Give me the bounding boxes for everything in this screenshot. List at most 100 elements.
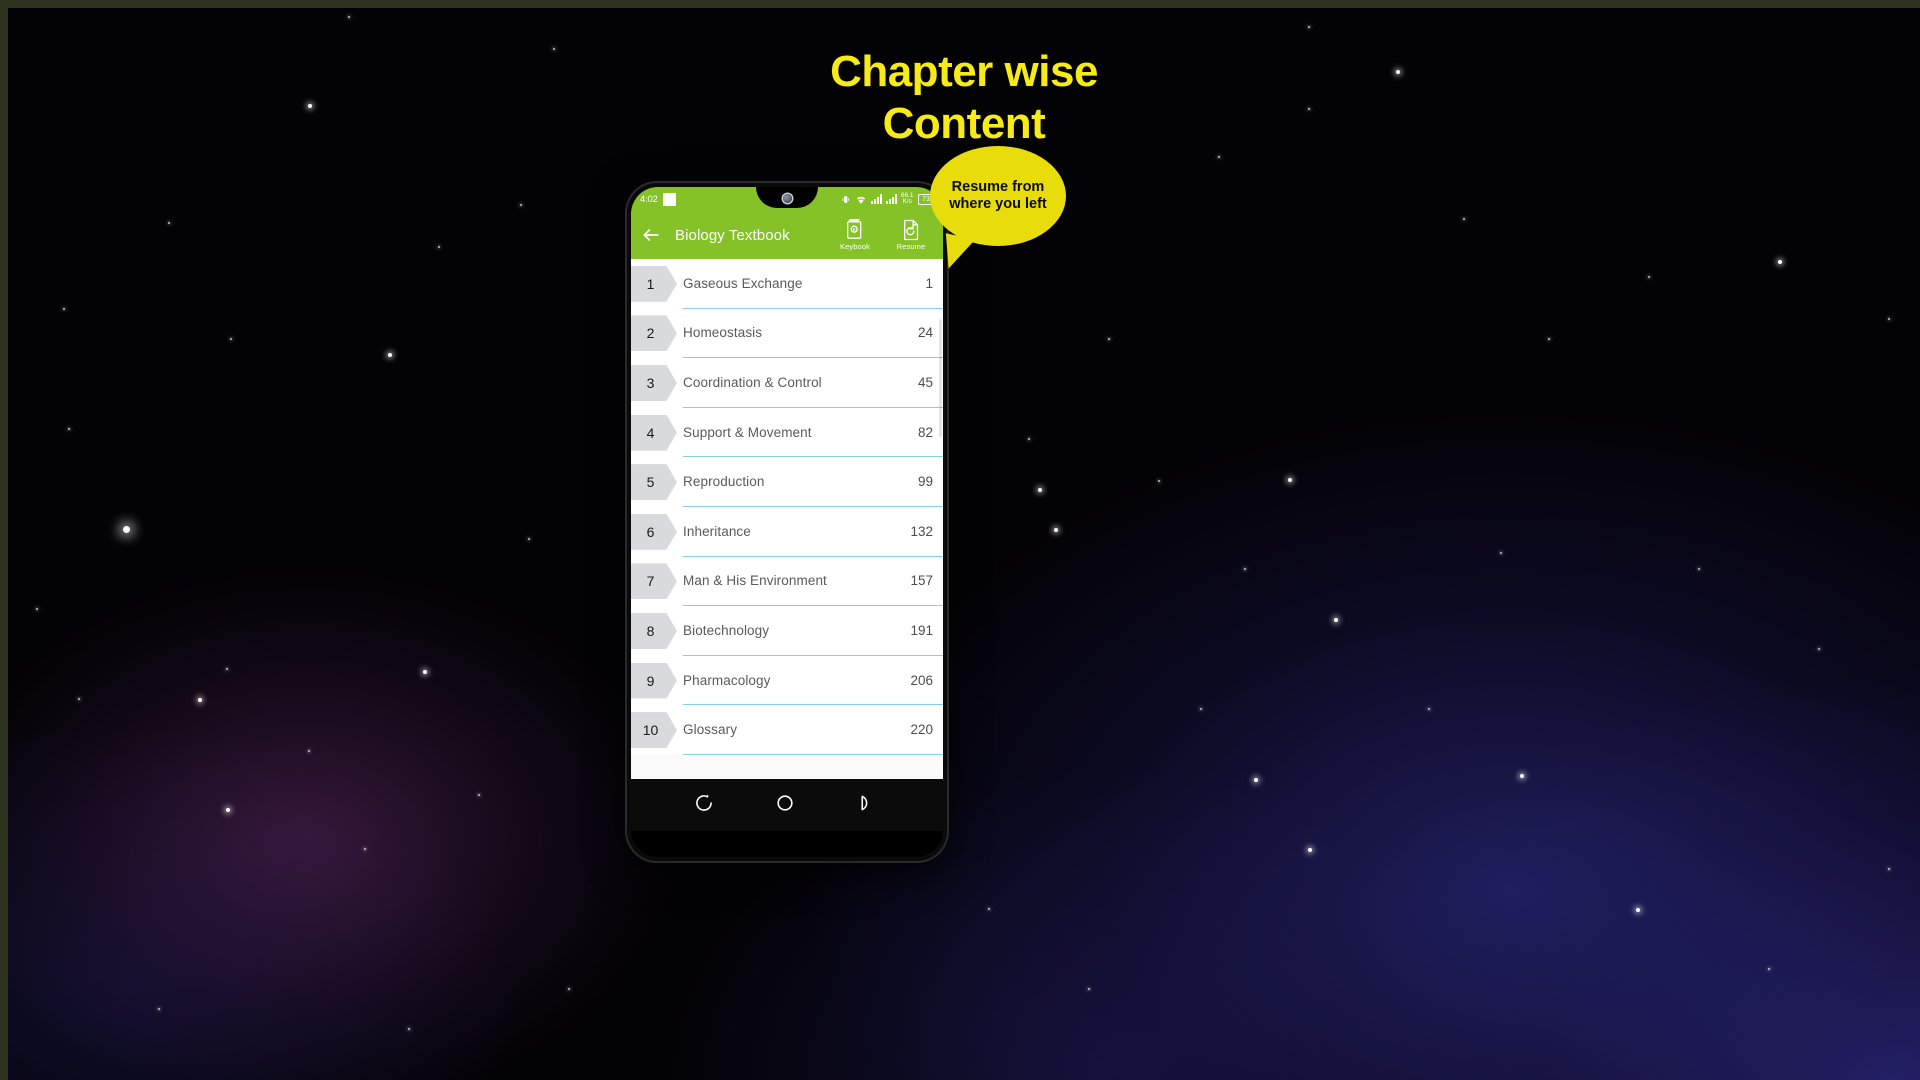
status-bar-right: 66.1 K/s 73 — [840, 192, 943, 206]
star — [520, 204, 522, 206]
back-arrow-icon[interactable] — [641, 225, 661, 245]
table-row[interactable]: 3 Coordination & Control 45 — [631, 358, 943, 408]
chapter-number-chip: 2 — [631, 315, 677, 352]
chapter-row-body: Man & His Environment 157 — [683, 557, 943, 607]
star — [1054, 528, 1058, 532]
chapter-number-chip: 7 — [631, 563, 677, 600]
screenshot-root: Chapter wise Content 4:02 66.1 K/s 73 Bi… — [0, 0, 1920, 1080]
star — [568, 988, 570, 990]
star — [1108, 338, 1110, 340]
app-bar-actions: K Keybook Resume — [833, 219, 935, 251]
table-row[interactable]: 8 Biotechnology 191 — [631, 606, 943, 656]
table-row[interactable]: 6 Inheritance 132 — [631, 506, 943, 557]
star — [438, 246, 440, 248]
phone-mockup: 4:02 66.1 K/s 73 Biology Textbook K Keyb… — [627, 183, 947, 861]
star — [1158, 480, 1160, 482]
resume-button[interactable]: Resume — [889, 219, 933, 251]
chapter-title: Reproduction — [683, 474, 765, 490]
chapter-page: 99 — [917, 474, 933, 490]
data-speed-unit: K/s — [902, 198, 912, 205]
chapter-number-chip: 6 — [631, 513, 677, 550]
status-bar-left: 4:02 — [631, 192, 676, 206]
star — [158, 1008, 160, 1010]
phone-screen: 4:02 66.1 K/s 73 Biology Textbook K Keyb… — [631, 187, 943, 857]
callout-bubble: Resume from where you left — [930, 146, 1066, 273]
star — [1698, 568, 1700, 570]
chapter-row-body: Coordination & Control 45 — [683, 358, 943, 408]
table-row[interactable]: 4 Support & Movement 82 — [631, 407, 943, 458]
table-row[interactable]: 10 Glossary 220 — [631, 705, 943, 755]
chapter-title: Glossary — [683, 722, 738, 738]
chapter-row-body: Pharmacology 206 — [683, 656, 943, 706]
star — [1028, 438, 1030, 440]
page-title: Chapter wise Content — [8, 46, 1920, 150]
table-row[interactable]: 5 Reproduction 99 — [631, 457, 943, 507]
star — [988, 908, 990, 910]
page-title-line2: Content — [882, 98, 1046, 148]
star — [226, 808, 230, 812]
chapter-title: Gaseous Exchange — [683, 275, 803, 291]
chapter-number-chip: 1 — [631, 265, 677, 302]
chapter-list[interactable]: 1 Gaseous Exchange 1 2 Homeostasis 24 3 … — [631, 259, 943, 779]
home-icon[interactable] — [775, 793, 799, 817]
chapter-number: 8 — [646, 622, 655, 639]
resume-icon — [901, 219, 921, 241]
chapter-title: Biotechnology — [683, 622, 770, 638]
star — [1244, 568, 1246, 570]
data-speed-indicator: 66.1 K/s — [901, 192, 914, 206]
star — [230, 338, 232, 340]
chapter-number-chip: 10 — [631, 712, 677, 749]
star — [1548, 338, 1550, 340]
chapter-number-chip: 9 — [631, 662, 677, 699]
star — [1254, 778, 1258, 782]
back-icon[interactable] — [856, 793, 880, 817]
white-square-icon — [662, 192, 676, 206]
star — [528, 538, 530, 540]
wifi-icon — [855, 194, 867, 205]
table-row[interactable]: 9 Pharmacology 206 — [631, 655, 943, 706]
chapter-number-chip: 8 — [631, 612, 677, 649]
chapter-row-body: Support & Movement 82 — [683, 408, 943, 458]
star — [168, 222, 170, 224]
table-row[interactable]: 7 Man & His Environment 157 — [631, 556, 943, 607]
table-row[interactable]: 2 Homeostasis 24 — [631, 308, 943, 359]
star — [308, 750, 310, 752]
front-camera-icon — [782, 193, 792, 203]
keybook-icon: K — [845, 219, 865, 241]
chapter-number: 6 — [646, 523, 655, 540]
chapter-number: 1 — [646, 275, 655, 292]
chapter-page: 132 — [910, 523, 933, 539]
keybook-button[interactable]: K Keybook — [833, 219, 877, 251]
chapter-row-body: Homeostasis 24 — [683, 309, 943, 359]
star — [1218, 156, 1220, 158]
star — [78, 698, 80, 700]
chapter-page: 1 — [925, 275, 933, 291]
app-bar-title: Biology Textbook — [675, 226, 790, 244]
chapter-page: 157 — [910, 573, 933, 589]
star — [1778, 260, 1782, 264]
recents-icon[interactable] — [694, 793, 718, 817]
page-title-line1: Chapter wise — [830, 47, 1098, 96]
chapter-title: Homeostasis — [683, 325, 763, 341]
chapter-number: 10 — [642, 722, 659, 739]
star — [1500, 552, 1502, 554]
table-row[interactable]: 1 Gaseous Exchange 1 — [631, 259, 943, 309]
android-nav-bar — [631, 779, 943, 831]
chapter-row-body: Reproduction 99 — [683, 457, 943, 507]
star — [1888, 318, 1890, 320]
star — [364, 848, 366, 850]
chapter-page: 220 — [910, 722, 933, 738]
star — [1334, 618, 1338, 622]
list-empty-area — [631, 754, 943, 779]
space-background: Chapter wise Content 4:02 66.1 K/s 73 Bi… — [8, 8, 1920, 1080]
list-scrollbar[interactable] — [939, 319, 942, 437]
resume-label: Resume — [896, 242, 926, 251]
chapter-page: 24 — [917, 325, 933, 341]
star — [1038, 488, 1042, 492]
chapter-row-body: Gaseous Exchange 1 — [683, 259, 943, 309]
star — [36, 608, 38, 610]
chapter-row-body: Glossary 220 — [683, 705, 943, 755]
star — [1648, 276, 1650, 278]
star — [1288, 478, 1292, 482]
chapter-title: Coordination & Control — [683, 374, 822, 390]
